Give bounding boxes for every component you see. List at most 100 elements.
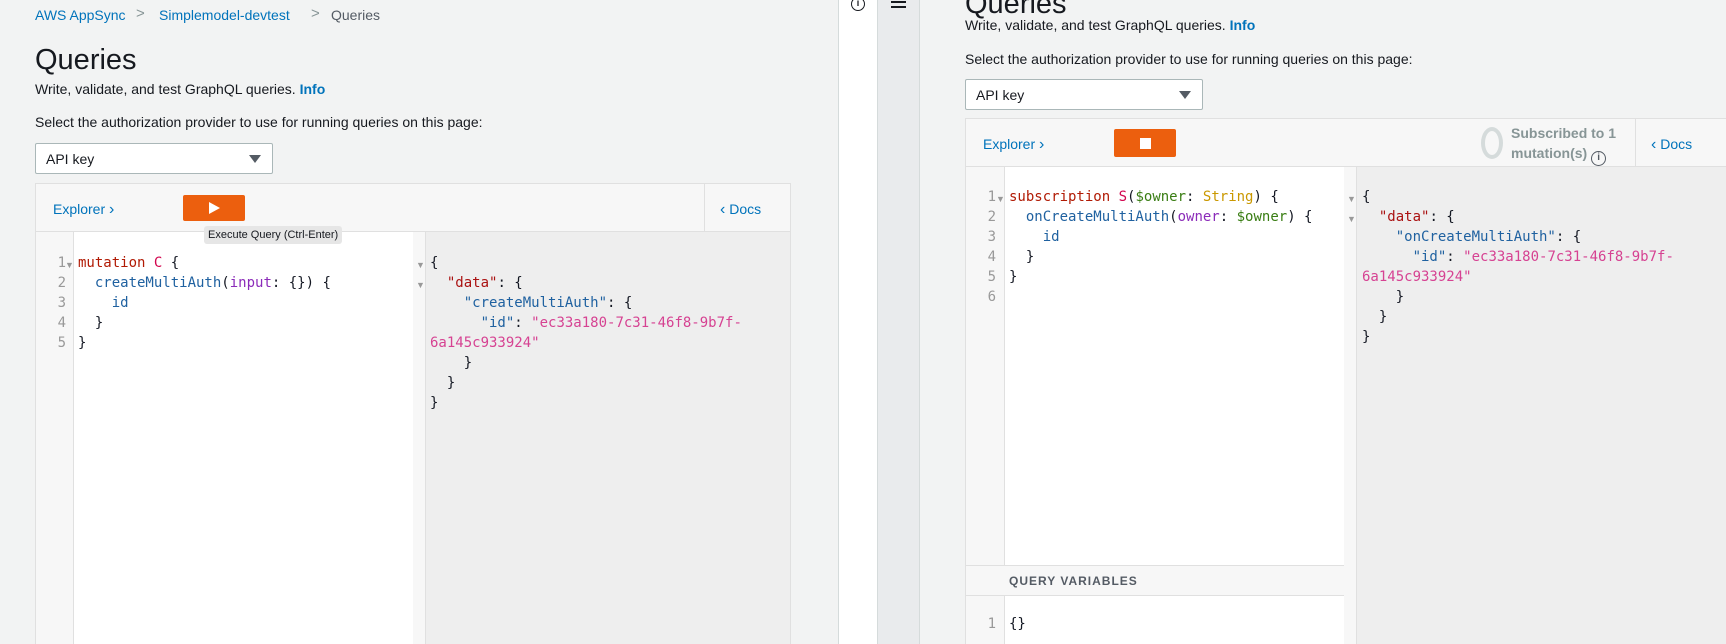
line-number: 5 [57,335,66,351]
line-numbers: 1 2 3 4 5 6 [974,189,996,309]
toolbar-divider [704,184,705,232]
code-line: { [1362,189,1371,205]
breadcrumb-separator: > [311,5,320,22]
explorer-button[interactable]: Explorer › [983,136,1044,154]
line-number: 2 [987,209,996,225]
caret-down-icon [1179,91,1191,99]
fold-arrow-icon[interactable]: ▼ [1347,194,1356,204]
auth-provider-select[interactable]: API key [965,79,1203,110]
fold-arrow-icon[interactable]: ▼ [65,260,74,270]
code-line: subscription S($owner: String) { [1009,189,1279,205]
page-title: Queries [35,44,137,76]
response-json: { "data": { "createMultiAuth": { "id": "… [430,255,742,415]
code-line: } [1362,289,1405,305]
code-line: } [1009,269,1018,285]
docs-label: Docs [1660,136,1693,152]
page-subtitle: Write, validate, and test GraphQL querie… [35,81,325,97]
code-line: "id": "ec33a180-7c31-46f8-9b7f- [480,315,742,331]
query-editor[interactable]: mutation C { createMultiAuth(input: {}) … [78,255,331,355]
explorer-label: Explorer [53,201,106,217]
stop-subscription-button[interactable] [1114,129,1176,157]
code-line: createMultiAuth(input: {}) { [94,275,331,291]
query-variables-header[interactable]: QUERY VARIABLES [966,565,1344,596]
line-number: 1 [57,255,66,271]
side-toolbar: i [838,0,878,644]
toolbar-divider [1635,119,1636,167]
code-line: } [1362,309,1388,325]
chevron-right-icon: › [1039,136,1045,153]
code-line: 6a145c933924" [1362,269,1674,289]
response-id-value-cont: 6a145c933924" [430,335,540,351]
fold-arrow-icon[interactable]: ▼ [416,260,425,270]
breadcrumb-appsync[interactable]: AWS AppSync [35,7,126,23]
auth-provider-select[interactable]: API key [35,143,273,174]
fold-arrow-icon[interactable]: ▼ [996,194,1005,204]
loading-spinner-icon [1481,127,1503,159]
breadcrumb-api[interactable]: Simplemodel-devtest [159,7,290,23]
line-number: 4 [987,249,996,265]
code-line: id [111,295,129,311]
page-subtitle: Write, validate, and test GraphQL querie… [965,17,1255,33]
subscription-status-line1: Subscribed to 1 [1511,125,1617,141]
explorer-button[interactable]: Explorer › [53,201,114,219]
info-icon[interactable]: i [1591,151,1607,166]
code-line: } [78,335,87,351]
graphiql-editor: Explorer › Subscribed to 1 mutation(s) i… [965,118,1726,644]
line-number: 3 [57,295,66,311]
code-line: } [1009,249,1035,265]
explorer-label: Explorer [983,136,1036,152]
info-link[interactable]: Info [300,81,326,97]
auth-provider-value: API key [46,151,95,167]
code-line: "createMultiAuth": { [463,295,633,311]
hamburger-menu-icon-line [891,6,906,8]
right-pane: Queries Write, validate, and test GraphQ… [920,0,1726,644]
code-line: } [1362,329,1371,345]
line-number: 1 [987,189,996,205]
auth-provider-label: Select the authorization provider to use… [965,51,1413,67]
chevron-left-icon: ‹ [720,201,726,218]
fold-arrow-icon[interactable]: ▼ [1347,214,1356,224]
subtitle-text: Write, validate, and test GraphQL querie… [965,17,1226,33]
fold-arrow-icon[interactable]: ▼ [416,280,425,290]
query-editor[interactable]: subscription S($owner: String) { onCreat… [1009,189,1312,309]
code-line: } [78,315,104,331]
breadcrumb-separator: > [136,5,145,22]
auth-provider-label: Select the authorization provider to use… [35,114,483,130]
code-line: "onCreateMultiAuth": { [1395,229,1582,245]
code-line: 6a145c933924" [430,335,742,355]
code-line: { [430,255,439,271]
info-link[interactable]: Info [1230,17,1256,33]
line-number: 6 [987,289,996,305]
info-icon[interactable]: i [851,0,865,11]
query-variables-value[interactable]: {} [1009,616,1026,632]
chevron-right-icon: › [109,201,115,218]
line-number: 5 [987,269,996,285]
line-number: 4 [57,315,66,331]
auth-provider-value: API key [976,87,1025,103]
left-pane: AWS AppSync > Simplemodel-devtest > Quer… [0,0,838,644]
line-numbers: 1 2 3 4 5 [44,255,66,355]
code-line: mutation C { [78,255,180,271]
hamburger-menu-icon[interactable] [891,1,906,3]
subscription-status: Subscribed to 1 mutation(s) i [1511,123,1616,166]
code-line: "id": "ec33a180-7c31-46f8-9b7f- [1412,249,1674,265]
split-divider[interactable] [878,0,919,644]
caret-down-icon [249,155,261,163]
subscription-status-line2: mutation(s) [1511,145,1588,161]
execute-query-button[interactable] [183,195,245,221]
stop-icon [1140,138,1151,149]
docs-button[interactable]: ‹ Docs [1651,136,1692,154]
execute-query-tooltip: Execute Query (Ctrl-Enter) [204,226,343,244]
response-id-value-cont: 6a145c933924" [1362,269,1472,285]
editor-toolbar [36,184,790,232]
response-gutter [413,232,426,644]
response-id-value: "ec33a180-7c31-46f8-9b7f- [1463,249,1674,265]
subtitle-text: Write, validate, and test GraphQL querie… [35,81,296,97]
chevron-left-icon: ‹ [1651,136,1657,153]
docs-button[interactable]: ‹ Docs [720,201,761,219]
code-line: id [1042,229,1060,245]
breadcrumb-current: Queries [331,7,381,23]
docs-label: Docs [729,201,762,217]
code-line: "data": { [446,275,523,291]
